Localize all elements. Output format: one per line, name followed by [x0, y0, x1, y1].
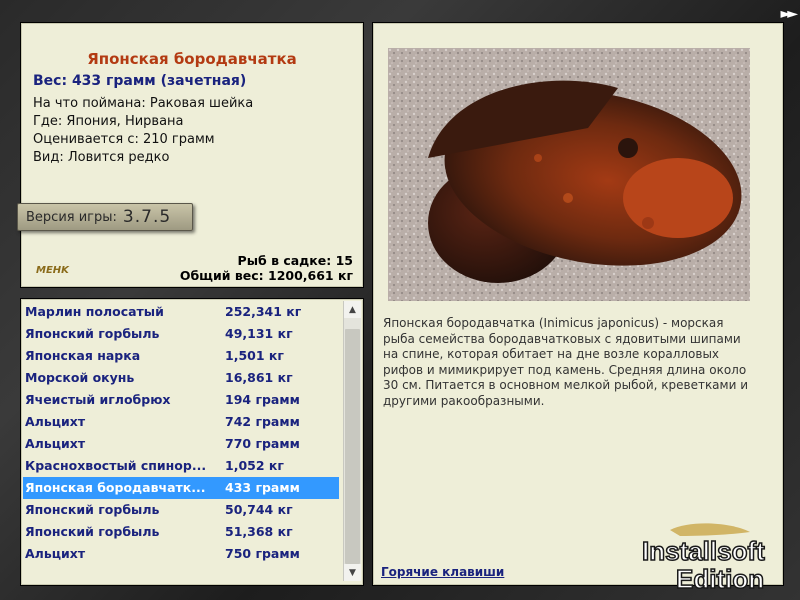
list-item-weight: 770 грамм: [225, 436, 300, 451]
valued-from: Оценивается с: 210 грамм: [33, 132, 215, 147]
list-item-name: Японский горбыль: [25, 524, 160, 539]
list-item[interactable]: Японский горбыль 50,744 кг: [23, 499, 339, 521]
list-item[interactable]: Альцихт 750 грамм: [23, 543, 339, 565]
version-label: Версия игры:: [26, 209, 117, 225]
watermark-line1: Installsoft: [642, 536, 765, 566]
fish-photo: [388, 48, 750, 301]
list-item[interactable]: Ячеистый иглобрюх 194 грамм: [23, 389, 339, 411]
fish-title: Японская бородавчатка: [87, 50, 297, 68]
version-number: 3.7.5: [122, 207, 172, 227]
list-item-weight: 49,131 кг: [225, 326, 293, 341]
list-item-name: Японская нарка: [25, 348, 141, 363]
catch-list: Марлин полосатый 252,341 кг Японский горбы…: [23, 301, 339, 565]
list-item-weight: 50,744 кг: [225, 502, 293, 517]
fish-kind: Вид: Ловится редко: [33, 150, 170, 165]
list-item-weight: 16,861 кг: [225, 370, 293, 385]
list-item-weight: 742 грамм: [225, 414, 300, 429]
list-item-weight: 433 грамм: [225, 480, 300, 495]
location: Где: Япония, Нирвана: [33, 114, 184, 129]
list-item[interactable]: Морской окунь 16,861 кг: [23, 367, 339, 389]
list-item-weight: 51,368 кг: [225, 524, 293, 539]
list-item[interactable]: Японский горбыль 49,131 кг: [23, 323, 339, 345]
list-item-weight: 1,501 кг: [225, 348, 284, 363]
list-item-name: Альцихт: [25, 414, 86, 429]
list-item[interactable]: Альцихт 742 грамм: [23, 411, 339, 433]
list-item[interactable]: Японская нарка 1,501 кг: [23, 345, 339, 367]
fish-in-cage: Рыб в садке: 15: [237, 253, 353, 268]
fish-detail-panel: Японская бородавчатка (Inimicus japonicu…: [372, 22, 784, 586]
list-item-name: Японская бородавчатк...: [25, 480, 206, 495]
list-item-name: Японский горбыль: [25, 326, 160, 341]
fish-weight: Вес: 433 грамм (зачетная): [33, 73, 247, 89]
watermark-line2: Edition: [676, 564, 764, 594]
list-item[interactable]: Японский горбыль 51,368 кг: [23, 521, 339, 543]
hotkeys-link[interactable]: Горячие клавиши: [381, 565, 504, 579]
list-item-name: Марлин полосатый: [25, 304, 164, 319]
list-item-weight: 252,341 кг: [225, 304, 302, 319]
list-item-weight: 1,052 кг: [225, 458, 284, 473]
list-scrollbar[interactable]: ▲ ▼: [343, 301, 361, 581]
list-item-name: Японский горбыль: [25, 502, 160, 517]
list-item[interactable]: Японская бородавчатк... 433 грамм: [23, 477, 339, 499]
fish-info-panel: Японская бородавчатка Вес: 433 грамм (за…: [17, 22, 364, 288]
total-weight: Общий вес: 1200,661 кг: [179, 268, 353, 283]
list-item[interactable]: Краснохвостый спинор... 1,052 кг: [23, 455, 339, 477]
scroll-thumb[interactable]: [345, 329, 360, 564]
list-item[interactable]: Марлин полосатый 252,341 кг: [23, 301, 339, 323]
list-item-name: Альцихт: [25, 546, 86, 561]
list-item-name: Краснохвостый спинор...: [25, 458, 207, 473]
small-logo: MEHK: [36, 265, 69, 276]
catch-list-panel: Марлин полосатый 252,341 кг Японский горбы…: [20, 298, 364, 586]
scroll-up-icon[interactable]: ▲: [344, 301, 361, 318]
installsoft-watermark: Installsoft Edition: [640, 520, 795, 595]
list-item-name: Морской окунь: [25, 370, 135, 385]
list-item-weight: 750 грамм: [225, 546, 300, 561]
list-item-name: Альцихт: [25, 436, 86, 451]
version-badge: Версия игры: 3.7.5: [17, 203, 193, 231]
list-item[interactable]: Альцихт 770 грамм: [23, 433, 339, 455]
caught-with: На что поймана: Раковая шейка: [33, 96, 254, 111]
scroll-down-icon[interactable]: ▼: [344, 564, 361, 581]
next-arrow-icon[interactable]: ►►: [780, 6, 797, 22]
fish-description: Японская бородавчатка (Inimicus japonicu…: [383, 316, 749, 408]
list-item-name: Ячеистый иглобрюх: [25, 392, 171, 407]
list-item-weight: 194 грамм: [225, 392, 300, 407]
